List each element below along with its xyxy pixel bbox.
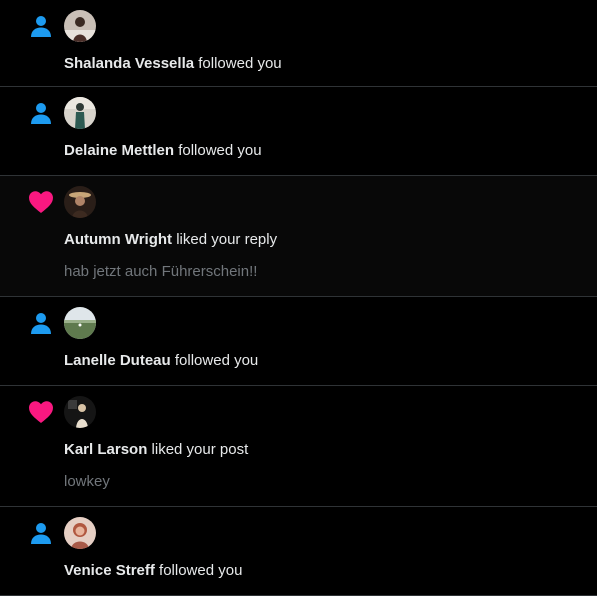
person-icon bbox=[28, 310, 54, 336]
user-name[interactable]: Lanelle Duteau bbox=[64, 352, 171, 369]
action-text: followed you bbox=[194, 55, 282, 72]
avatar[interactable] bbox=[64, 517, 96, 549]
action-text: followed you bbox=[170, 352, 259, 369]
notification-text: Shalanda Vessella followed you bbox=[64, 55, 282, 73]
notification-text: Karl Larson liked your post bbox=[64, 441, 248, 459]
action-text: followed you bbox=[154, 562, 243, 579]
person-icon bbox=[28, 13, 54, 39]
avatar[interactable] bbox=[64, 186, 96, 218]
avatar[interactable] bbox=[64, 10, 96, 42]
notification-text: Venice Streff followed you bbox=[64, 562, 242, 580]
notification-item[interactable]: Delaine Mettlen followed you bbox=[0, 87, 597, 176]
user-name[interactable]: Karl Larson bbox=[64, 441, 147, 458]
heart-icon bbox=[28, 189, 54, 215]
notification-item[interactable]: Lanelle Duteau followed you bbox=[0, 297, 597, 386]
notification-item[interactable]: Venice Streff followed you bbox=[0, 507, 597, 596]
user-name[interactable]: Shalanda Vessella bbox=[64, 55, 194, 72]
post-preview[interactable]: hab jetzt auch Führerschein!! bbox=[64, 263, 257, 281]
action-text: liked your post bbox=[147, 441, 249, 458]
avatar[interactable] bbox=[64, 97, 96, 129]
action-text: followed you bbox=[174, 142, 262, 159]
user-name[interactable]: Venice Streff bbox=[64, 562, 155, 579]
notification-text: Delaine Mettlen followed you bbox=[64, 142, 262, 160]
avatar[interactable] bbox=[64, 396, 96, 428]
notification-item[interactable]: Karl Larson liked your post lowkey bbox=[0, 386, 597, 507]
person-icon bbox=[28, 520, 54, 546]
user-name[interactable]: Delaine Mettlen bbox=[64, 142, 174, 159]
notification-item[interactable]: Shalanda Vessella followed you bbox=[0, 0, 597, 87]
notification-item[interactable]: Autumn Wright liked your reply hab jetzt… bbox=[0, 176, 597, 297]
post-preview[interactable]: lowkey bbox=[64, 473, 110, 491]
person-icon bbox=[28, 100, 54, 126]
avatar[interactable] bbox=[64, 307, 96, 339]
notifications-feed: Shalanda Vessella followed you Delaine M… bbox=[0, 0, 597, 596]
notification-text: Autumn Wright liked your reply bbox=[64, 231, 277, 249]
heart-icon bbox=[28, 399, 54, 425]
action-text: liked your reply bbox=[172, 231, 278, 248]
notification-text: Lanelle Duteau followed you bbox=[64, 352, 258, 370]
user-name[interactable]: Autumn Wright bbox=[64, 231, 172, 248]
